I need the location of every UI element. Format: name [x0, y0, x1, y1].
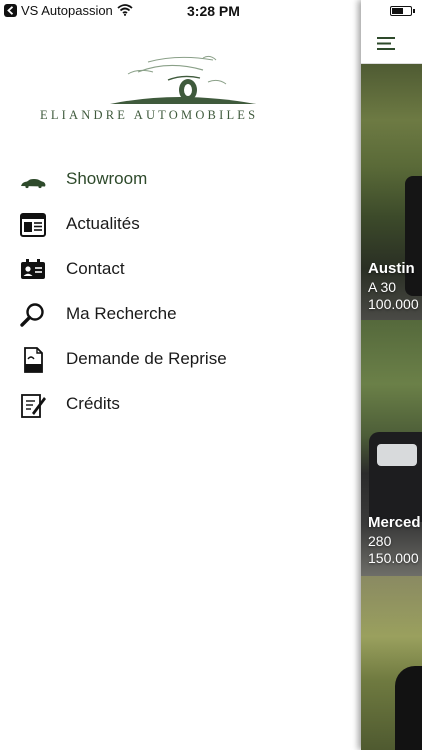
battery-icon	[390, 6, 415, 16]
brand-logo: ELIANDRE AUTOMOBILES	[38, 50, 328, 125]
contact-card-icon	[21, 259, 45, 279]
car-model: 280	[368, 533, 392, 549]
status-bar: VS Autopassion 3:28 PM	[0, 0, 362, 22]
logo-car-sketch-icon	[110, 55, 256, 104]
car-card[interactable]: Austin A 30 100.000	[361, 64, 422, 320]
newspaper-icon	[20, 213, 46, 237]
car-icon	[21, 179, 46, 189]
car-headlight	[377, 444, 417, 466]
menu-item-contact[interactable]: Contact	[0, 248, 360, 292]
document-icon	[24, 347, 43, 373]
wifi-icon	[117, 4, 133, 16]
menu-item-credits[interactable]: Crédits	[0, 383, 360, 427]
car-name: Austin	[368, 260, 415, 277]
menu-item-label: Showroom	[66, 169, 148, 188]
menu-icon[interactable]	[377, 37, 395, 50]
brand-name: ELIANDRE AUTOMOBILES	[40, 108, 259, 122]
car-body	[395, 666, 422, 750]
car-card[interactable]	[361, 576, 422, 750]
status-bar-right	[361, 0, 422, 22]
menu-item-actualites[interactable]: Actualités	[0, 203, 360, 247]
menu-item-ma-recherche[interactable]: Ma Recherche	[0, 293, 360, 337]
nav-bar	[361, 22, 422, 64]
menu-item-label: Actualités	[66, 214, 140, 233]
status-time: 3:28 PM	[187, 3, 240, 19]
car-price: 150.000	[368, 550, 419, 566]
menu-item-label: Ma Recherche	[66, 304, 177, 323]
menu-item-label: Demande de Reprise	[66, 349, 227, 368]
edit-icon	[21, 394, 46, 418]
car-price: 100.000	[368, 296, 419, 312]
menu-item-showroom[interactable]: Showroom	[0, 158, 360, 202]
menu-item-demande-de-reprise[interactable]: Demande de Reprise	[0, 338, 360, 382]
menu-item-label: Contact	[66, 259, 125, 278]
car-model: A 30	[368, 279, 397, 295]
menu-item-label: Crédits	[66, 394, 120, 413]
car-name: Merced	[368, 514, 421, 531]
car-card[interactable]: Merced 280 150.000	[361, 320, 422, 576]
showroom-panel[interactable]: Austin A 30 100.000 Merced 280 150.000	[361, 0, 422, 750]
search-icon	[20, 303, 44, 327]
back-app-label[interactable]: VS Autopassion	[21, 3, 113, 18]
chevron-left-icon	[7, 6, 14, 15]
back-to-app-button[interactable]	[4, 4, 17, 17]
car-body	[405, 176, 422, 296]
